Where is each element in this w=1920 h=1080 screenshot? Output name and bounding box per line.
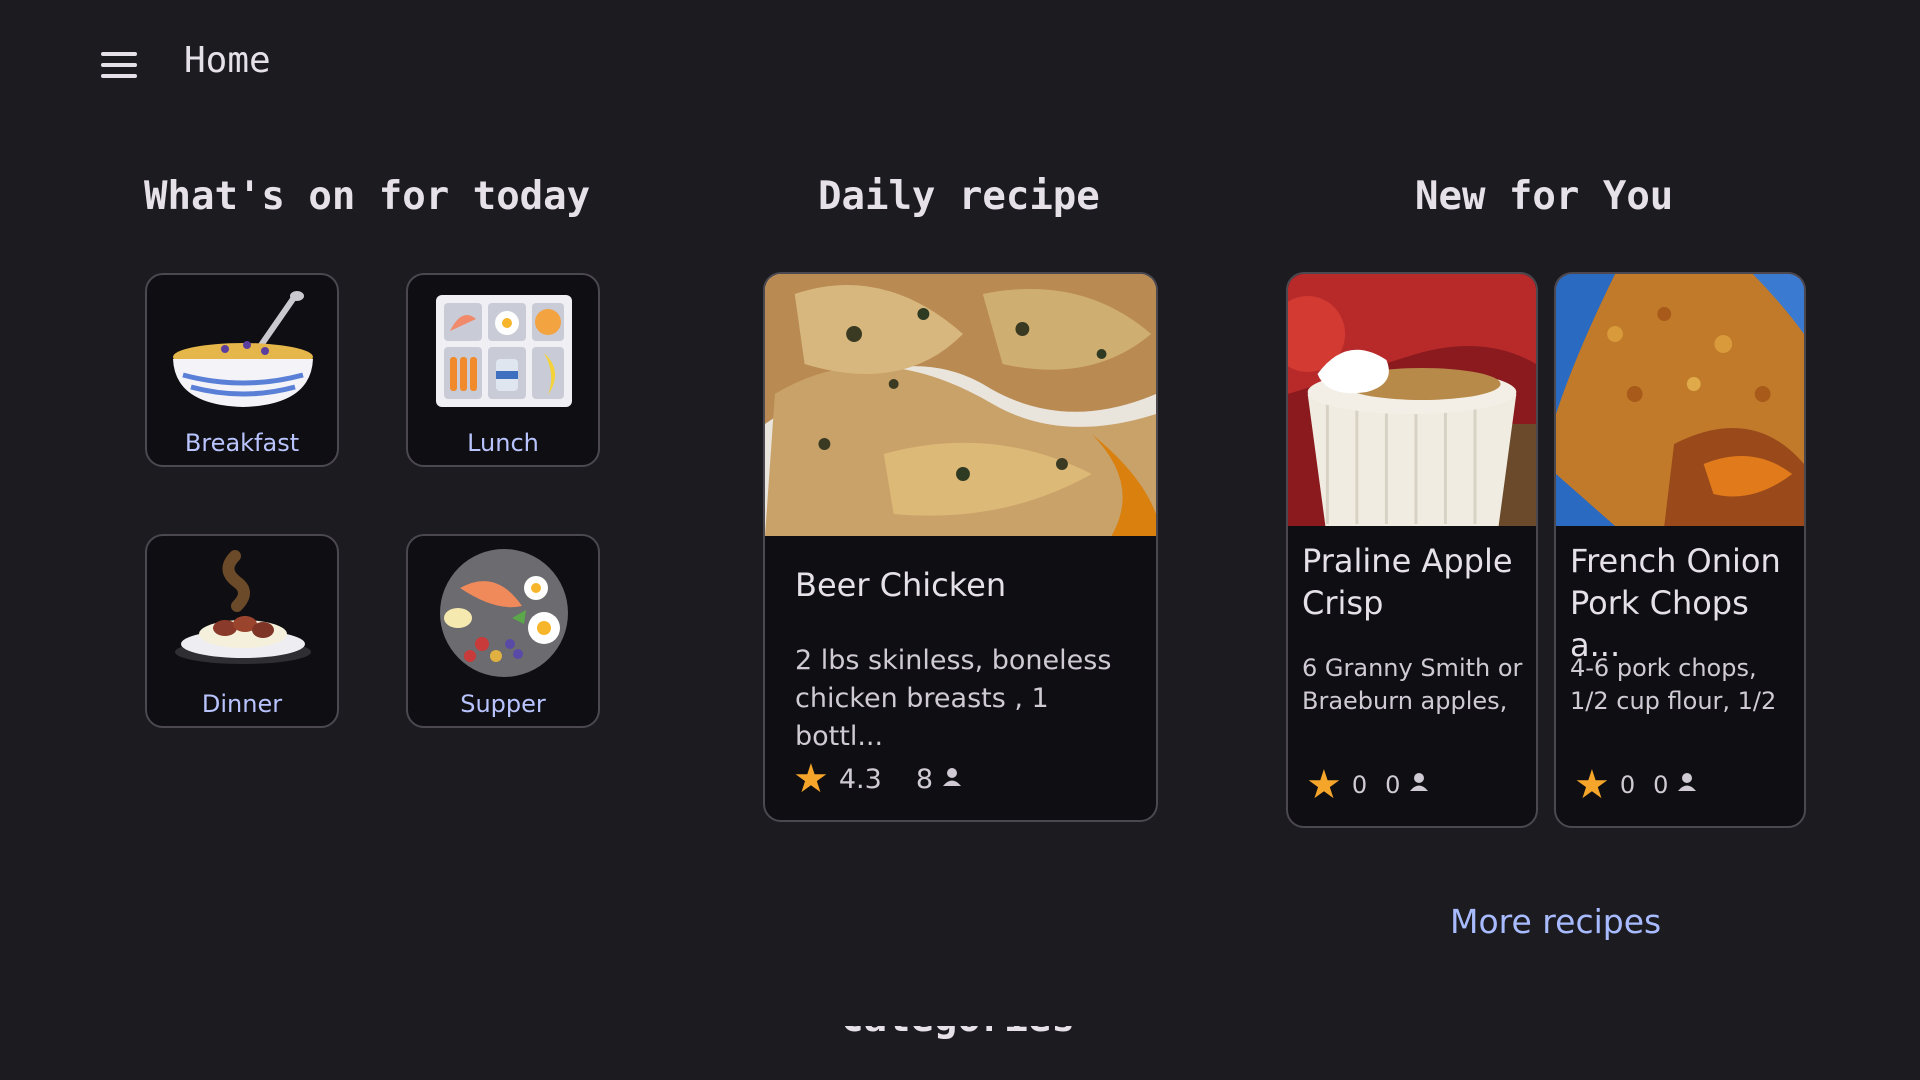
recipe-photo [765, 274, 1156, 536]
new-recipe-card-french-onion-pork-chops[interactable]: French Onion Pork Chops a... 4-6 pork ch… [1554, 272, 1806, 828]
recipe-title: Beer Chicken [795, 566, 1007, 604]
meal-label-supper: Supper [460, 690, 546, 718]
recipe-description: 6 Granny Smith or Braeburn apples, [1302, 654, 1523, 715]
rating-value: 0 [1619, 771, 1636, 799]
recipe-photo [1288, 274, 1536, 526]
person-icon [1676, 771, 1698, 799]
section-title-categories: Categories [840, 1026, 1075, 1041]
dinner-plate-icon [175, 550, 311, 664]
section-title-daily-recipe: Daily recipe [818, 174, 1100, 219]
review-count: 0 [1385, 771, 1401, 799]
recipe-title: Praline Apple Crisp [1302, 542, 1513, 622]
rating-row: ★ 0 0 [1306, 762, 1430, 808]
star-icon: ★ [1574, 762, 1610, 808]
star-icon: ★ [1306, 762, 1342, 808]
meal-tile-dinner[interactable]: Dinner [145, 534, 339, 728]
review-count: 8 [915, 763, 933, 795]
review-count: 0 [1653, 771, 1669, 799]
top-app-bar: Home [0, 0, 1920, 128]
rating-row: ★ 4.3 8 [793, 756, 963, 802]
star-icon: ★ [793, 756, 829, 802]
recipe-description: 4-6 pork chops, 1/2 cup flour, 1/2 [1570, 654, 1777, 715]
cereal-bowl-icon [173, 291, 313, 407]
hamburger-menu-icon[interactable] [96, 46, 142, 82]
meal-label-lunch: Lunch [467, 429, 539, 457]
rating-value: 0 [1351, 771, 1368, 799]
recipe-description: 2 lbs skinless, boneless chicken breasts… [795, 645, 1112, 752]
person-icon [1408, 771, 1430, 799]
supper-plate-icon [440, 549, 568, 677]
recipe-photo [1556, 274, 1804, 526]
new-recipe-card-praline-apple-crisp[interactable]: Praline Apple Crisp 6 Granny Smith or Br… [1286, 272, 1538, 828]
meal-tile-lunch[interactable]: Lunch [406, 273, 600, 467]
rating-value: 4.3 [838, 763, 882, 795]
meal-label-breakfast: Breakfast [184, 429, 300, 457]
daily-recipe-card[interactable]: Beer Chicken 2 lbs skinless, boneless ch… [763, 272, 1158, 822]
meal-tile-supper[interactable]: Supper [406, 534, 600, 728]
rating-row: ★ 0 0 [1574, 762, 1698, 808]
more-recipes-link[interactable]: More recipes [1450, 902, 1661, 941]
section-title-new-for-you: New for You [1415, 174, 1674, 219]
categories-section-peek: Categories [0, 1026, 1920, 1080]
meal-label-dinner: Dinner [201, 690, 283, 718]
section-title-today: What's on for today [144, 174, 591, 219]
recipe-title: French Onion Pork Chops a... [1570, 542, 1781, 664]
lunch-tray-icon [436, 295, 572, 407]
page-title: Home [184, 40, 271, 81]
person-icon [941, 764, 963, 795]
meal-tile-breakfast[interactable]: Breakfast [145, 273, 339, 467]
